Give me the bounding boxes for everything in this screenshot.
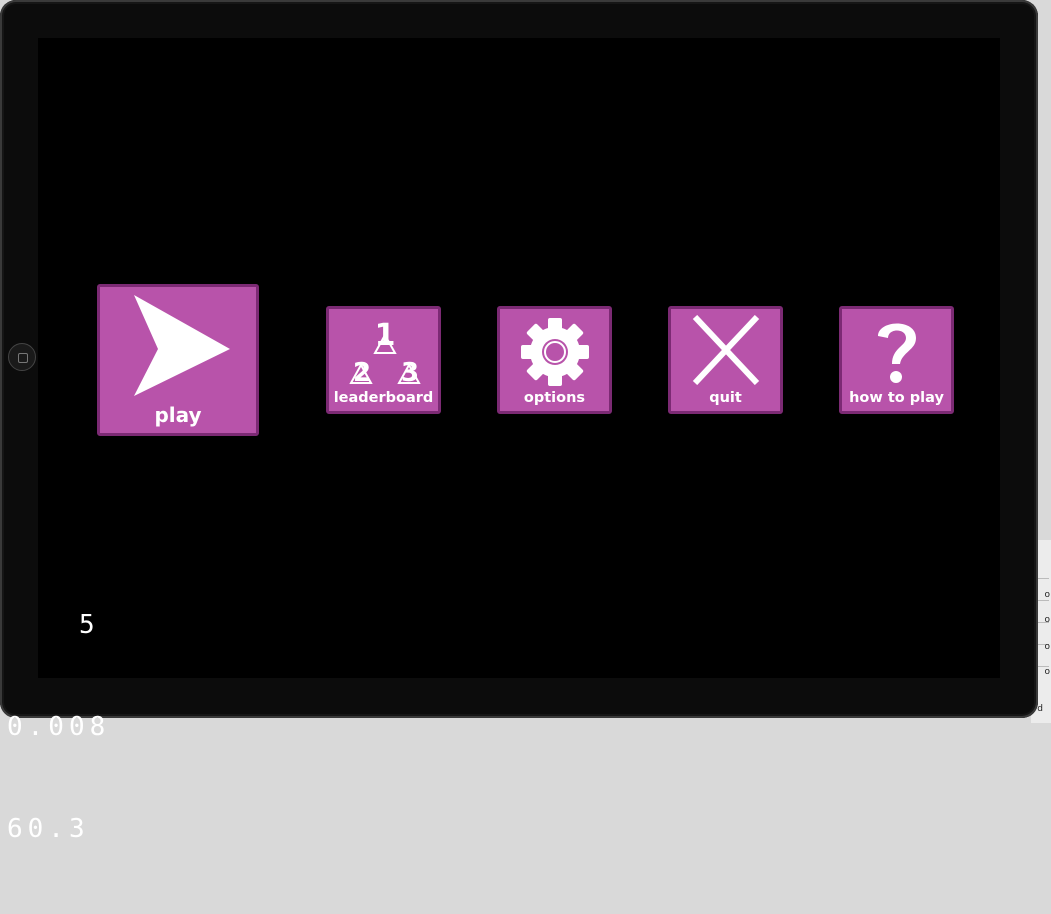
debug-stats: 5 0.008 60.3	[7, 540, 110, 914]
close-icon	[692, 315, 760, 385]
play-label: play	[154, 403, 202, 427]
home-square-icon	[18, 353, 28, 363]
debug-stat-line: 5	[79, 610, 100, 640]
how-to-play-label: how to play	[849, 390, 944, 406]
how-to-play-button[interactable]: how to play	[839, 306, 954, 414]
background-text-fragment: o	[1044, 642, 1050, 652]
leaderboard-label: leaderboard	[333, 390, 434, 406]
podium-second: 2	[353, 358, 371, 387]
debug-stat-line: 60.3	[7, 814, 90, 844]
home-button[interactable]	[8, 343, 36, 371]
tablet-frame: play 1 2 3 leaderboard options quit how …	[0, 0, 1038, 844]
question-mark-icon	[878, 323, 916, 383]
quit-button[interactable]: quit	[668, 306, 783, 414]
podium-first: 1	[375, 318, 396, 353]
background-text-fragment: o	[1044, 590, 1050, 600]
background-text-fragment: d	[1037, 704, 1043, 714]
debug-stat-line: 0.008	[7, 712, 111, 742]
leaderboard-button[interactable]: 1 2 3 leaderboard	[326, 306, 441, 414]
quit-label: quit	[709, 390, 742, 406]
background-text-fragment: o	[1044, 615, 1050, 625]
background-text-fragment: o	[1044, 667, 1050, 677]
play-button[interactable]: play	[97, 284, 259, 436]
podium-third: 3	[401, 358, 419, 387]
options-label: options	[523, 390, 586, 406]
gear-icon	[521, 318, 589, 386]
options-button[interactable]: options	[497, 306, 612, 414]
play-arrow-icon	[134, 295, 230, 396]
game-screen: play 1 2 3 leaderboard options quit how …	[38, 38, 1000, 678]
podium-icon: 1 2 3	[349, 318, 421, 387]
